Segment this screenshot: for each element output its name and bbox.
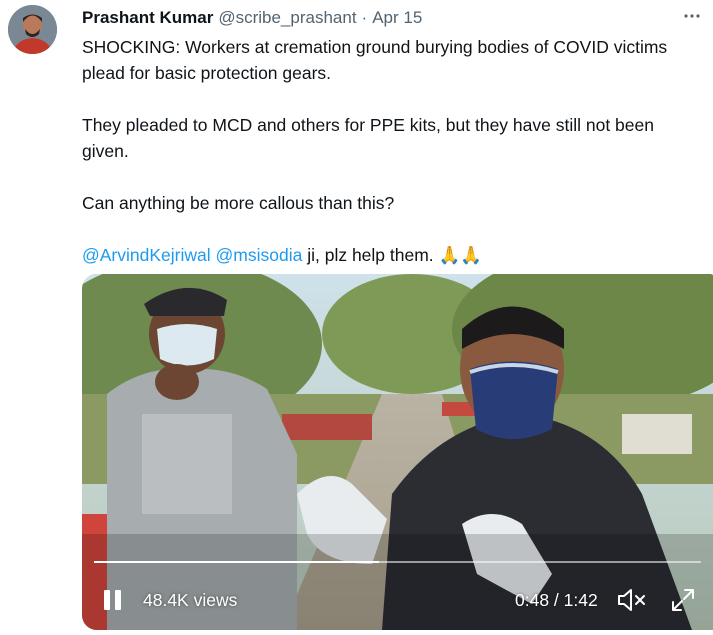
video-progress-fill bbox=[94, 561, 380, 563]
mention-arvindkejriwal[interactable]: @ArvindKejriwal bbox=[82, 245, 211, 265]
tweet-text: SHOCKING: Workers at cremation ground bu… bbox=[82, 34, 702, 268]
video-time: 0:48 / 1:42 bbox=[515, 590, 598, 610]
video-controls: 48.4K views 0:48 / 1:42 bbox=[82, 580, 713, 620]
tweet-paragraph-1: SHOCKING: Workers at cremation ground bu… bbox=[82, 37, 668, 83]
mention-trailing-text: ji, plz help them. 🙏🙏 bbox=[302, 245, 483, 265]
video-progress-bar[interactable] bbox=[94, 561, 701, 563]
more-dots-icon bbox=[684, 14, 700, 18]
pause-icon-bar-left bbox=[104, 590, 110, 610]
tweet-header: Prashant Kumar @scribe_prashant · Apr 15 bbox=[82, 7, 703, 29]
tweet-paragraph-3: Can anything be more callous than this? bbox=[82, 193, 395, 213]
video-frame bbox=[82, 274, 713, 630]
video-player[interactable]: 48.4K views 0:48 / 1:42 bbox=[82, 274, 713, 630]
view-count: 48.4K views bbox=[143, 590, 238, 610]
avatar[interactable] bbox=[8, 5, 57, 54]
separator-dot: · bbox=[361, 8, 368, 27]
fullscreen-icon bbox=[672, 589, 694, 611]
pause-icon-bar-right bbox=[115, 590, 121, 610]
tweet[interactable]: Prashant Kumar @scribe_prashant · Apr 15… bbox=[0, 0, 713, 635]
mention-msisodia[interactable]: @msisodia bbox=[216, 245, 303, 265]
author-name[interactable]: Prashant Kumar bbox=[82, 8, 213, 28]
author-handle[interactable]: @scribe_prashant bbox=[218, 8, 356, 28]
pause-button[interactable] bbox=[102, 588, 124, 612]
mute-button[interactable] bbox=[616, 586, 648, 614]
muted-speaker-icon bbox=[618, 589, 645, 611]
tweet-date[interactable]: Apr 15 bbox=[372, 8, 422, 28]
fullscreen-button[interactable] bbox=[670, 587, 696, 613]
tweet-paragraph-4: @ArvindKejriwal @msisodia ji, plz help t… bbox=[82, 242, 702, 268]
tweet-paragraph-2: They pleaded to MCD and others for PPE k… bbox=[82, 115, 654, 161]
more-options-button[interactable] bbox=[681, 5, 703, 27]
